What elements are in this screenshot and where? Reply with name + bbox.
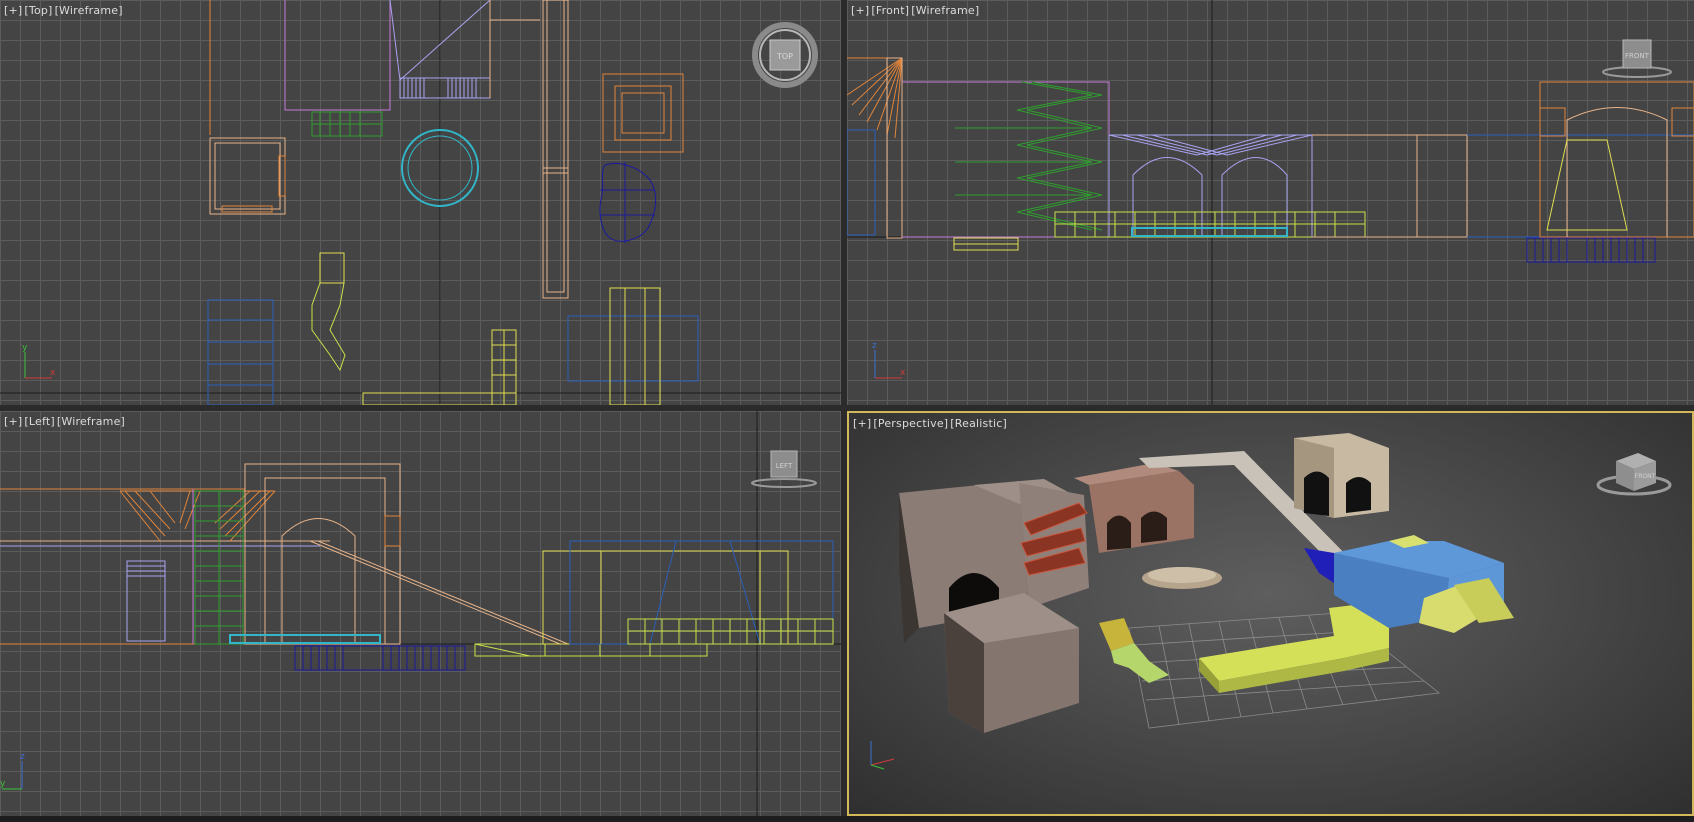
viewport-view-name[interactable]: [Left]: [24, 415, 54, 428]
axis-y-label: y: [22, 343, 28, 353]
viewport-left-label[interactable]: [+] [Left] [Wireframe]: [4, 415, 127, 428]
viewport-front[interactable]: z x [+] [Front] [Wireframe] FRONT: [847, 0, 1694, 405]
status-strip: [0, 816, 1694, 822]
viewport-perspective-label[interactable]: [+] [Perspective] [Realistic]: [853, 417, 1009, 430]
viewport-view-name[interactable]: [Top]: [24, 4, 52, 17]
viewcube-perspective[interactable]: FRONT: [1594, 443, 1674, 503]
axis-z-label: z: [872, 341, 877, 351]
top-wireframe-scene: y x: [0, 0, 841, 405]
viewcube-left[interactable]: LEFT: [748, 445, 818, 490]
viewport-menu-plus[interactable]: [+]: [853, 417, 871, 430]
axis-x-label: x: [900, 368, 906, 378]
viewport-top-label[interactable]: [+] [Top] [Wireframe]: [4, 4, 125, 17]
viewport-menu-plus[interactable]: [+]: [4, 4, 22, 17]
viewport-shading-mode[interactable]: [Wireframe]: [911, 4, 979, 17]
viewcube-label: FRONT: [1625, 52, 1650, 60]
viewport-top[interactable]: y x [+] [Top] [Wireframe] TOP: [0, 0, 841, 405]
viewport-left[interactable]: z y [+] [Left] [Wireframe] LEFT: [0, 411, 841, 816]
viewcube-top[interactable]: TOP: [750, 22, 820, 92]
viewport-view-name[interactable]: [Perspective]: [873, 417, 948, 430]
left-wireframe-scene: z y: [0, 411, 841, 816]
viewcube-label: TOP: [776, 52, 793, 61]
viewport-front-label[interactable]: [+] [Front] [Wireframe]: [851, 4, 981, 17]
viewport-shading-mode[interactable]: [Wireframe]: [57, 415, 125, 428]
viewport-shading-mode[interactable]: [Wireframe]: [55, 4, 123, 17]
axis-z-label: z: [20, 752, 25, 762]
viewcube-front[interactable]: FRONT: [1599, 36, 1675, 81]
viewport-view-name[interactable]: [Front]: [871, 4, 909, 17]
axis-x-label: x: [50, 368, 56, 378]
perspective-realistic-scene: [870, 433, 1514, 770]
viewport-perspective[interactable]: [+] [Perspective] [Realistic] FRONT: [847, 411, 1694, 816]
viewport-menu-plus[interactable]: [+]: [4, 415, 22, 428]
viewport-menu-plus[interactable]: [+]: [851, 4, 869, 17]
viewcube-label: LEFT: [776, 462, 793, 470]
axis-y-label: y: [0, 779, 6, 789]
front-wireframe-scene: z x: [847, 0, 1694, 405]
viewcube-label: FRONT: [1635, 473, 1656, 480]
viewport-shading-mode[interactable]: [Realistic]: [950, 417, 1007, 430]
